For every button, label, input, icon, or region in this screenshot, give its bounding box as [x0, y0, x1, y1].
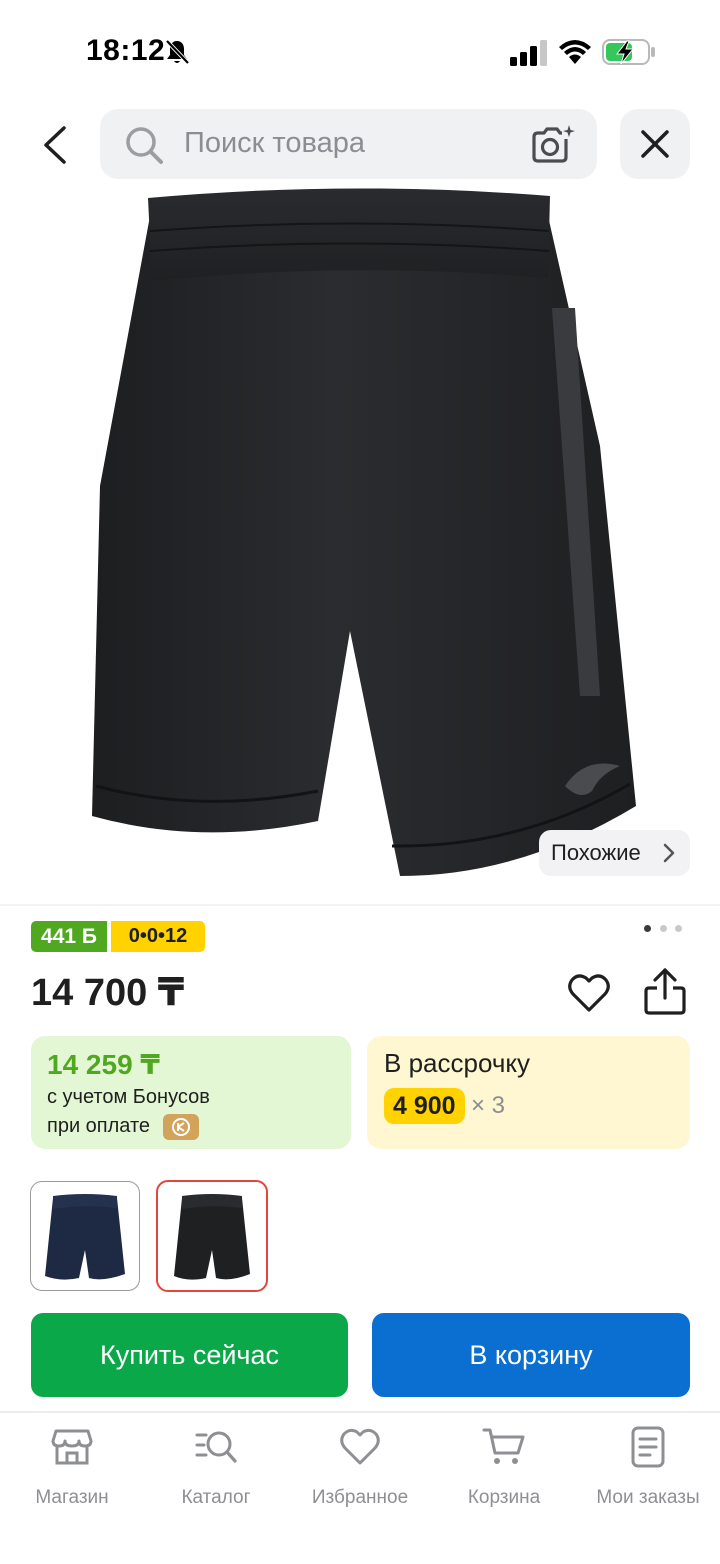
nav-item-catalog[interactable]: Каталог: [144, 1425, 288, 1515]
bonus-payment-note: при оплате: [47, 1115, 151, 1137]
back-button[interactable]: [30, 118, 80, 172]
nav-label-cart: Корзина: [467, 1487, 541, 1508]
black-shorts-thumbnail: [174, 1194, 250, 1280]
shorts-image: [92, 188, 636, 876]
installment-card[interactable]: В рассрочку 4 900 × 3: [367, 1036, 690, 1149]
pager-dot-active: [644, 925, 651, 932]
bonus-description: с учетом Бонусов: [47, 1086, 210, 1108]
status-time: 18:12: [86, 34, 166, 67]
close-button[interactable]: [620, 109, 690, 179]
chevron-right-icon: [663, 843, 675, 863]
installment-multiplier: × 3: [471, 1092, 506, 1119]
installment-title: В рассрочку: [384, 1048, 531, 1078]
bottom-navigation: Магазин Каталог Избранное Корзина Мои за…: [0, 1413, 720, 1564]
similar-label: Похожие: [551, 840, 641, 865]
image-pager-dots: [644, 925, 684, 935]
bonus-price: 14 259 ₸: [47, 1049, 160, 1080]
product-price: 14 700 ₸: [31, 972, 185, 1014]
catalog-icon: [195, 1431, 237, 1463]
chevron-left-icon: [44, 126, 66, 164]
wifi-icon: [559, 40, 591, 64]
nav-item-shop[interactable]: Магазин: [0, 1425, 144, 1515]
cart-icon: [482, 1428, 525, 1464]
search-input[interactable]: Поиск товара: [184, 127, 365, 160]
variant-navy-thumbnail[interactable]: [30, 1181, 140, 1291]
camera-search-icon[interactable]: [530, 123, 576, 165]
heart-icon: [340, 1428, 380, 1465]
heart-icon[interactable]: [566, 970, 612, 1016]
share-icon[interactable]: [642, 966, 688, 1016]
pager-dot: [675, 925, 682, 932]
search-bar[interactable]: Поиск товара: [100, 109, 597, 179]
close-icon: [641, 130, 669, 158]
status-bar: 18:12: [0, 0, 720, 100]
navy-shorts-thumbnail: [45, 1194, 125, 1280]
shop-icon: [51, 1429, 93, 1465]
battery-charging-icon: [602, 39, 655, 65]
pager-dot: [660, 925, 667, 932]
installment-badge: 0•0•12: [111, 921, 205, 952]
installment-amount: 4 900: [384, 1088, 465, 1124]
nav-label-shop: Магазин: [35, 1487, 109, 1508]
bonus-price-card[interactable]: 14 259 ₸ с учетом Бонусов при оплате: [31, 1036, 351, 1149]
nav-item-favorites[interactable]: Избранное: [288, 1425, 432, 1515]
add-to-cart-button[interactable]: В корзину: [372, 1313, 690, 1397]
orders-icon: [631, 1426, 665, 1468]
bell-off-icon: [165, 39, 190, 65]
similar-products-button[interactable]: Похожие: [539, 830, 690, 876]
bonus-badge: 441 Б: [31, 921, 107, 952]
nav-label-favorites: Избранное: [311, 1487, 409, 1508]
payment-method-icon: [163, 1114, 199, 1140]
nav-label-orders: Мои заказы: [596, 1487, 700, 1508]
nav-label-catalog: Каталог: [181, 1487, 251, 1508]
cellular-signal-icon: [510, 40, 547, 66]
product-image-gallery[interactable]: [0, 186, 720, 902]
nav-item-orders[interactable]: Мои заказы: [576, 1425, 720, 1515]
divider: [0, 904, 720, 906]
nav-item-cart[interactable]: Корзина: [432, 1425, 576, 1515]
buy-now-button[interactable]: Купить сейчас: [31, 1313, 348, 1397]
variant-black-thumbnail-selected[interactable]: [156, 1180, 268, 1292]
search-icon: [126, 127, 163, 164]
